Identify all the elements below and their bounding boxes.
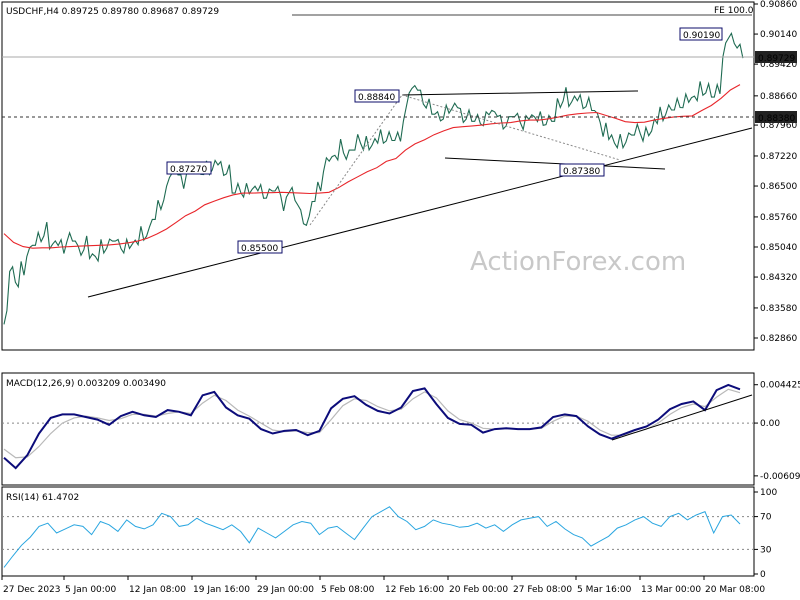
rsi-line	[3, 506, 741, 568]
channel-line-upper	[401, 90, 639, 96]
fib-projection-line-1	[309, 94, 403, 226]
price-tick-label: 0.88660	[760, 92, 797, 102]
x-tick-label: 12 Feb 16:00	[385, 585, 444, 595]
macd-layer	[2, 383, 754, 470]
pivot-label-1: 0.88840	[354, 89, 400, 103]
pivot-text: 0.85500	[241, 244, 278, 254]
watermark: ActionForex.com	[470, 247, 686, 277]
pivot-text: 0.87380	[563, 167, 600, 177]
fe-label: FE 100.0	[714, 6, 754, 16]
rsi-tick-label: 70	[760, 513, 772, 523]
x-tick-label: 27 Feb 08:00	[513, 585, 572, 595]
x-tick-label: 20 Feb 00:00	[449, 585, 508, 595]
axis-layer: 0.908600.901400.894200.886600.879600.872…	[1, 0, 800, 595]
price-tick-label: 0.85040	[760, 243, 797, 253]
rsi-tick-label: 100	[760, 488, 777, 498]
rsi-header: RSI(14) 61.4702	[6, 493, 79, 503]
price-tick-label: 0.86500	[760, 182, 797, 192]
macd-tick-label: 0.004425	[760, 381, 800, 391]
pivot-text: 0.88840	[358, 93, 395, 103]
price-tick-label: 0.83580	[760, 304, 797, 314]
pivot-label-2: 0.87270	[166, 161, 212, 175]
price-panel-frame	[1, 1, 755, 351]
price-tick-label: 0.85760	[760, 213, 797, 223]
channel-line-lower	[444, 157, 666, 170]
rsi-panel-frame	[1, 486, 755, 577]
pivot-text: 0.87270	[170, 165, 207, 175]
price-tick-label: 0.90860	[760, 0, 797, 10]
macd-line	[3, 383, 741, 470]
pivot-label-4: 0.85500	[237, 240, 283, 254]
x-tick-label: 19 Jan 16:00	[193, 585, 250, 595]
price-tick-label: 0.84320	[760, 273, 797, 283]
price-series	[3, 32, 744, 325]
pivot-label-3: 0.87380	[559, 163, 605, 177]
x-tick-label: 12 Jan 08:00	[129, 585, 186, 595]
level-value: 0.88380	[758, 114, 795, 124]
price-header: USDCHF,H4 0.89725 0.89780 0.89687 0.8972…	[6, 7, 219, 17]
current-price-value: 0.89729	[758, 54, 795, 64]
macd-tick-label: -0.006092	[760, 472, 800, 482]
x-tick-label: 13 Mar 00:00	[641, 585, 701, 595]
chart-svg: ActionForex.com 0.90190 0.88840 0.87270 0.8…	[1, 0, 800, 595]
x-tick-label: 29 Jan 00:00	[257, 585, 314, 595]
pivot-text: 0.90190	[683, 31, 720, 41]
x-tick-label: 5 Feb 08:00	[321, 585, 375, 595]
x-tick-label: 5 Mar 16:00	[577, 585, 632, 595]
price-tick-label: 0.82860	[760, 334, 797, 344]
macd-header: MACD(12,26,9) 0.003209 0.003490	[6, 379, 166, 389]
rsi-tick-label: 30	[760, 545, 772, 555]
price-tick-label: 0.90140	[760, 30, 797, 40]
macd-trend-line	[611, 394, 753, 441]
ema-line	[3, 84, 741, 249]
x-tick-label: 20 Mar 08:00	[705, 585, 765, 595]
rsi-tick-label: 0	[760, 570, 766, 580]
rsi-layer	[2, 506, 754, 568]
x-tick-label: 27 Dec 2023	[3, 585, 61, 595]
x-tick-label: 5 Jan 00:00	[65, 585, 117, 595]
price-tick-label: 0.87220	[760, 152, 797, 162]
macd-tick-label: 0.00	[760, 419, 780, 429]
fib-projection-line-2	[401, 94, 621, 161]
pivot-label-0: 0.90190	[679, 27, 723, 41]
price-layer: 0.90190 0.88840 0.87270 0.87380 0.85500	[2, 14, 754, 325]
